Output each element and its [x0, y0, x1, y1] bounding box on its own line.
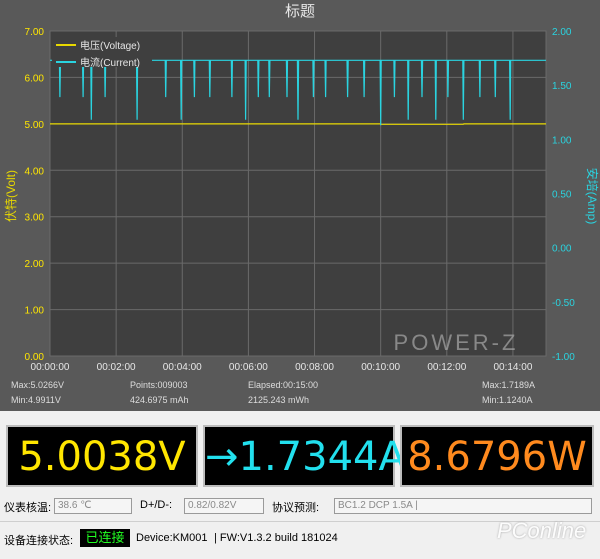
- x-tick-label: 00:12:00: [427, 362, 466, 373]
- corner-watermark: PConline: [497, 518, 587, 543]
- stat-points: Points:009003: [130, 380, 188, 390]
- legend-label: 电压(Voltage): [80, 39, 140, 52]
- protocol-field: BC1.2 DCP 1.5A |: [334, 498, 592, 514]
- y-left-tick-label: 3.00: [25, 213, 45, 224]
- chart-svg: 0.00 1.00 2.00 3.00 4.00 5.00 6.00 7.00 -1.00 -0.…: [3, 3, 600, 373]
- stat-min-voltage: Min:4.9911V: [11, 395, 61, 405]
- y-left-tick-label: 7.00: [25, 27, 45, 38]
- connection-status-label: 设备连接状态:: [4, 535, 74, 547]
- x-tick-label: 00:02:00: [97, 362, 136, 373]
- y-left-tick-label: 4.00: [25, 166, 45, 177]
- y-left-tick-label: 1.00: [25, 306, 45, 317]
- power-readout-panel: 8.6796W: [400, 425, 594, 487]
- y-right-tick-label: 1.50: [552, 81, 572, 92]
- current-readout-panel: →1.7344A: [203, 425, 406, 487]
- power-meter-app: 0.00 1.00 2.00 3.00 4.00 5.00 6.00 7.00 -1.00 -0.…: [0, 0, 600, 559]
- legend-label: 电流(Current): [80, 56, 140, 69]
- current-readout: →1.7344A: [205, 434, 406, 480]
- power-readout: 8.6796W: [407, 434, 587, 480]
- y-right-tick-label: 1.00: [552, 135, 572, 146]
- y-right-tick-label: 0.50: [552, 190, 572, 201]
- x-tick-label: 00:10:00: [361, 362, 400, 373]
- connection-status-badge: 已连接: [80, 529, 130, 547]
- voltage-readout: 5.0038V: [18, 434, 186, 480]
- y-left-tick-label: 5.00: [25, 120, 45, 131]
- temp-field: 38.6 ℃: [54, 498, 132, 514]
- stat-elapsed: Elapsed:00:15:00: [248, 380, 319, 390]
- y-right-tick-label: -1.00: [552, 352, 575, 363]
- voltage-readout-panel: 5.0038V: [6, 425, 198, 487]
- y-right-tick-label: 0.00: [552, 244, 572, 255]
- chart-title: 标题: [285, 3, 315, 20]
- x-tick-label: 00:08:00: [295, 362, 334, 373]
- stat-mah: 424.6975 mAh: [130, 395, 189, 405]
- legend-layer: 电压(Voltage) 电流(Current): [52, 37, 152, 69]
- x-tick-label: 00:04:00: [163, 362, 202, 373]
- firmware-version: | FW:V1.3.2 build 181024: [214, 532, 338, 544]
- x-tick-label: 00:00:00: [31, 362, 70, 373]
- y-right-tick-label: -0.50: [552, 298, 575, 309]
- dpdm-label: D+/D-:: [140, 499, 173, 511]
- temp-label: 仪表核温:: [4, 502, 52, 514]
- stat-mwh: 2125.243 mWh: [248, 395, 310, 405]
- chart-panel: 0.00 1.00 2.00 3.00 4.00 5.00 6.00 7.00 -1.00 -0.…: [0, 0, 600, 411]
- x-tick-label: 00:14:00: [493, 362, 532, 373]
- stat-max-voltage: Max:5.0266V: [11, 380, 65, 390]
- y-axis-right-label: 安培(Amp): [585, 168, 600, 225]
- device-id: Device:KM001: [136, 532, 208, 544]
- y-left-tick-label: 6.00: [25, 73, 45, 84]
- x-tick-label: 00:06:00: [229, 362, 268, 373]
- y-left-tick-label: 2.00: [25, 259, 45, 270]
- stat-min-current: Min:1.1240A: [482, 395, 533, 405]
- y-right-tick-label: 2.00: [552, 27, 572, 38]
- protocol-label: 协议预测:: [272, 502, 320, 514]
- chart-watermark: POWER-Z: [394, 330, 519, 355]
- dpdm-field: 0.82/0.82V: [184, 498, 264, 514]
- stat-max-current: Max:1.7189A: [482, 380, 536, 390]
- y-axis-left-label: 伏特(Volt): [3, 170, 18, 222]
